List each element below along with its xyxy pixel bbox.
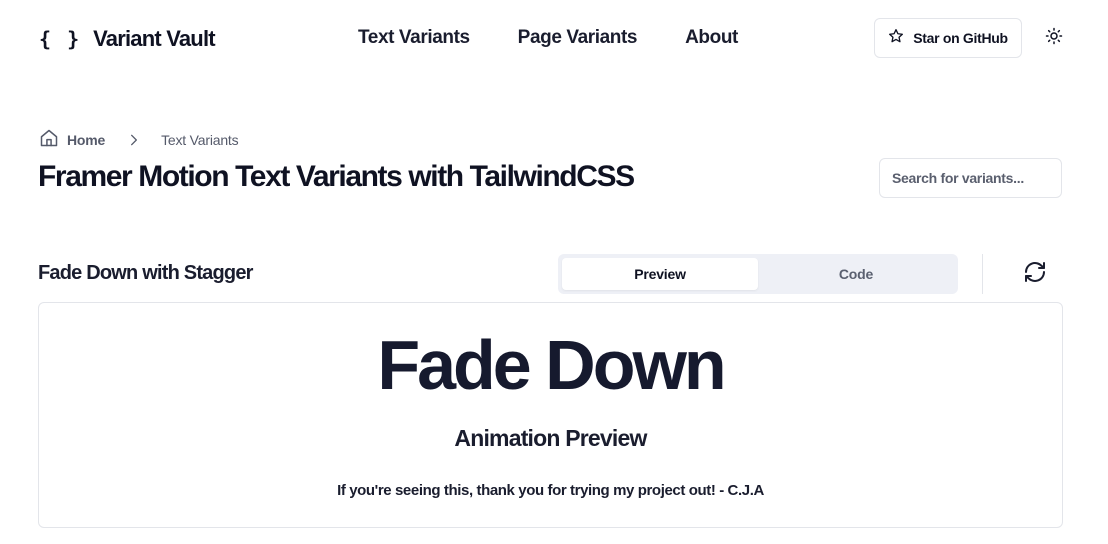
preview-heading: Fade Down <box>377 326 726 404</box>
tab-code[interactable]: Code <box>758 258 954 290</box>
section-title: Fade Down with Stagger <box>38 262 253 284</box>
breadcrumb-home-label: Home <box>67 132 106 148</box>
star-on-github-button[interactable]: Star on GitHub <box>874 18 1022 58</box>
chevron-right-icon <box>127 133 141 147</box>
nav-text-variants[interactable]: Text Variants <box>358 27 470 49</box>
nav-about[interactable]: About <box>685 27 738 49</box>
github-button-label: Star on GitHub <box>913 30 1008 46</box>
divider <box>982 254 983 294</box>
logo[interactable]: { } Variant Vault <box>39 25 216 53</box>
sun-icon <box>1045 27 1063 50</box>
preview-note: If you're seeing this, thank you for try… <box>337 482 764 499</box>
home-icon <box>39 128 59 153</box>
replay-animation-button[interactable] <box>1022 261 1048 287</box>
logo-text: Variant Vault <box>93 26 215 51</box>
main-nav: Text Variants Page Variants About <box>358 27 738 49</box>
breadcrumb-current[interactable]: Text Variants <box>161 132 238 148</box>
tab-preview[interactable]: Preview <box>562 258 758 290</box>
breadcrumb: Home Text Variants <box>39 128 239 153</box>
preview-panel: Fade Down Animation Preview If you're se… <box>38 302 1063 528</box>
page: { } Variant Vault Text Variants Page Var… <box>0 0 1108 544</box>
nav-page-variants[interactable]: Page Variants <box>518 27 638 49</box>
page-title: Framer Motion Text Variants with Tailwin… <box>38 160 635 193</box>
refresh-icon <box>1023 260 1047 289</box>
braces-icon: { } <box>39 27 82 51</box>
search-input[interactable] <box>879 158 1062 198</box>
breadcrumb-home[interactable]: Home <box>39 128 105 153</box>
star-icon <box>888 28 904 49</box>
preview-subheading: Animation Preview <box>454 425 647 451</box>
preview-code-tabs: Preview Code <box>558 254 958 294</box>
theme-toggle-button[interactable] <box>1042 26 1066 50</box>
